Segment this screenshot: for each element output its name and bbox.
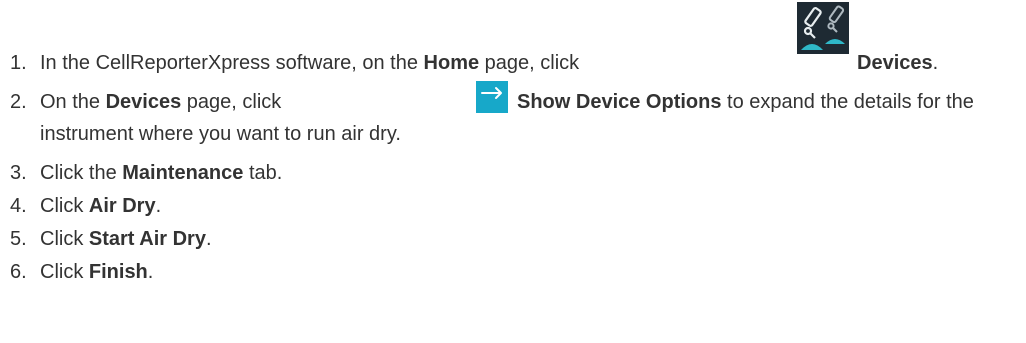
step-text: .	[155, 195, 162, 217]
ui-term-devices: Devices	[857, 52, 933, 74]
step-text: Click	[40, 195, 89, 217]
ui-term-air-dry: Air Dry	[88, 195, 156, 217]
step-text: Click the	[40, 162, 123, 184]
step-4: 4. Click Air Dry.	[10, 194, 161, 218]
ui-term-devices: Devices	[105, 91, 182, 113]
step-text: .	[205, 228, 212, 250]
step-1: 1. In the CellReporterXpress software, on…	[10, 51, 579, 75]
ui-term-finish: Finish	[88, 261, 148, 283]
right-arrow-icon	[476, 81, 508, 113]
procedure-steps: 1. In the CellReporterXpress software, on…	[0, 0, 1026, 343]
step-6: 6. Click Finish.	[10, 260, 153, 284]
step-number: 2.	[10, 91, 27, 113]
step-number: 6.	[10, 261, 27, 283]
step-2: 2. On the Devices page, click	[10, 90, 281, 114]
step-text: tab.	[243, 162, 283, 184]
step-text: Click	[40, 228, 89, 250]
step-number: 1.	[10, 52, 27, 74]
ui-term-maintenance: Maintenance	[122, 162, 244, 184]
step-5: 5. Click Start Air Dry.	[10, 227, 212, 251]
step-2-continuation: instrument where you want to run air dry…	[40, 123, 401, 145]
step-number: 5.	[10, 228, 27, 250]
step-3: 3. Click the Maintenance tab.	[10, 161, 282, 185]
ui-term-show-device-options: Show Device Options	[517, 91, 722, 113]
ui-term-home: Home	[423, 52, 480, 74]
step-text: .	[147, 261, 154, 283]
step-text: page, click	[479, 52, 580, 74]
step-text: to expand the details for the	[721, 91, 974, 113]
step-2-tail: Show Device Options to expand the detail…	[517, 90, 974, 114]
ui-term-start-air-dry: Start Air Dry	[88, 228, 206, 250]
step-text: page, click	[181, 91, 282, 113]
step-text: On the	[40, 91, 106, 113]
step-1-tail: Devices.	[857, 51, 938, 75]
step-number: 3.	[10, 162, 27, 184]
step-number: 4.	[10, 195, 27, 217]
step-text: In the CellReporterXpress software, on t…	[40, 52, 424, 74]
step-text: .	[932, 52, 939, 74]
microscopes-devices-icon	[797, 2, 849, 54]
step-text: Click	[40, 261, 89, 283]
